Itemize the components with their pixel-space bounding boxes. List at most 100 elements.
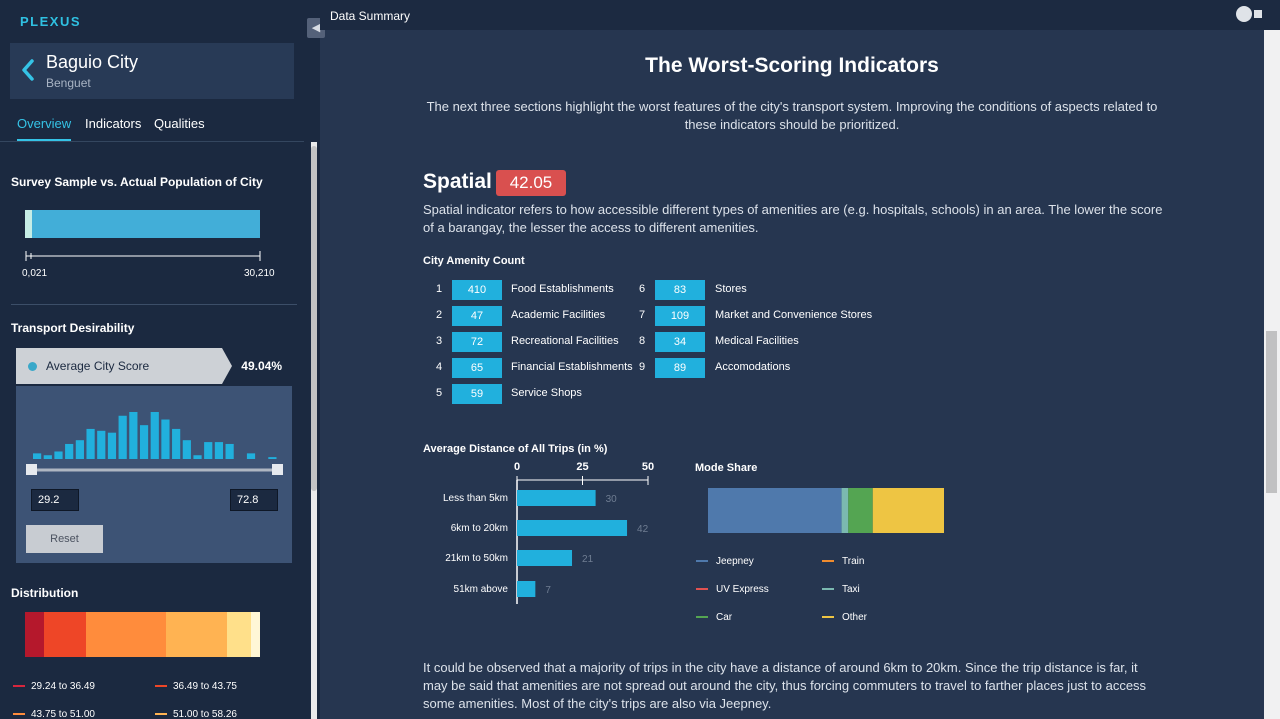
distribution-title: Distribution [11,586,79,600]
mode-share-bar [708,488,944,533]
mode-share-segment [872,488,944,533]
score-value: 49.04% [241,359,282,373]
distribution-legend-item: 51.00 to 58.26 [155,709,237,719]
x-tick-label: 50 [642,461,654,473]
amenity-count-title: City Amenity Count [423,255,525,267]
mode-legend-item: UV Express [696,584,769,595]
reset-button[interactable]: Reset [26,525,103,553]
score-dot-icon [28,362,37,371]
histogram-bar [193,455,202,459]
population-axis [25,251,261,261]
legend-swatch [155,685,167,688]
average-score-row: Average City Score 49.04% [16,348,292,384]
amenity-name: Stores [715,283,747,295]
distribution-segment [86,612,166,657]
histogram-bar [246,453,256,459]
intro-text: The next three sections highlight the wo… [426,99,1158,132]
mode-legend-item: Other [822,612,867,623]
spatial-description: Spatial indicator refers to how accessib… [423,202,1163,235]
tab-overview[interactable]: Overview [17,116,72,141]
conclusion-text: It could be observed that a majority of … [423,660,1147,711]
amenity-name: Academic Facilities [511,309,606,321]
distribution-segment [43,612,87,657]
histogram-bar [118,415,127,459]
mode-legend-item: Jeepney [696,556,754,567]
mode-share-segment [708,488,842,533]
histogram-bar [43,455,52,459]
histogram-bar [225,443,234,459]
trip-value-label: 30 [606,494,618,505]
tab-indicators[interactable]: Indicators [85,116,141,131]
legend-swatch [696,560,708,563]
distribution-legend-item: 36.49 to 43.75 [155,681,237,692]
trip-distance-bar [517,520,628,536]
desirability-title: Transport Desirability [11,321,135,335]
spatial-heading: Spatial [423,170,492,193]
range-handle-left[interactable] [26,464,37,475]
trip-value-label: 21 [582,554,594,565]
x-tick-label: 25 [576,461,588,473]
amenity-count: 59 [452,384,502,404]
page-title: The Worst-Scoring Indicators [645,54,939,77]
range-min-input[interactable]: 29.2 [31,489,79,511]
histogram-bar [150,412,159,459]
trip-distance-bar [517,550,573,566]
legend-swatch [13,685,25,688]
menu-icon[interactable] [1254,10,1262,18]
legend-swatch [822,616,834,619]
amenity-count: 410 [452,280,502,300]
mode-share-segment [841,488,849,533]
trip-value-label: 42 [637,524,649,535]
amenity-name: Market and Convenience Stores [715,309,873,321]
mode-legend-item: Car [696,612,732,623]
population-title: Survey Sample vs. Actual Population of C… [11,175,263,189]
histogram-chart [26,412,283,475]
histogram-bar [161,419,170,459]
range-max-input[interactable]: 72.8 [230,489,278,511]
x-tick-label: 0 [514,461,520,473]
trip-value-label: 7 [545,585,551,596]
amenity-count: 65 [452,358,502,378]
histogram-bar [139,425,149,459]
population-sample-label: 0,021 [22,268,48,279]
range-handle-right[interactable] [272,464,283,475]
trip-category-label: 6km to 20km [450,523,508,534]
histogram-bar [182,440,191,459]
trip-category-label: Less than 5km [442,493,508,504]
back-chevron-icon[interactable] [20,57,36,83]
spatial-score-badge: 42.05 [496,170,566,196]
city-card: Baguio City Benguet [10,43,294,99]
sidebar-scrollbar-thumb[interactable] [311,146,317,491]
mode-legend-item: Taxi [822,584,860,595]
histogram-bar [107,432,117,459]
top-bar: Data Summary [320,0,1280,30]
legend-swatch [696,616,708,619]
amenity-count: 83 [655,280,705,300]
distribution-segment [25,612,44,657]
trip-category-label: 21km to 50km [445,553,508,564]
population-sample-fill [25,210,33,238]
trip-distance-bar [517,581,536,597]
legend-swatch [13,713,25,716]
brand-logo: PLEXUS [20,14,82,29]
histogram-bar [129,412,138,459]
population-bar [25,210,260,238]
histogram-bar [172,428,181,459]
histogram-bar [65,443,74,459]
distribution-segment [250,612,260,657]
legend-swatch [822,560,834,563]
main-scrollbar-thumb[interactable] [1266,331,1277,493]
legend-swatch [155,713,167,716]
amenity-name: Service Shops [511,387,582,399]
trip-category-label: 51km above [453,584,508,595]
amenity-name: Food Establishments [511,283,614,295]
distribution-segment [165,612,228,657]
trip-distance-bar [517,490,596,506]
settings-icon[interactable] [1236,6,1252,22]
tab-qualities[interactable]: Qualities [154,116,205,131]
amenity-name: Recreational Facilities [511,335,619,347]
chevron-left-icon: ◀ [311,22,321,34]
mode-share-title: Mode Share [695,462,758,474]
histogram-bar [268,457,277,459]
distribution-bar [25,612,260,657]
